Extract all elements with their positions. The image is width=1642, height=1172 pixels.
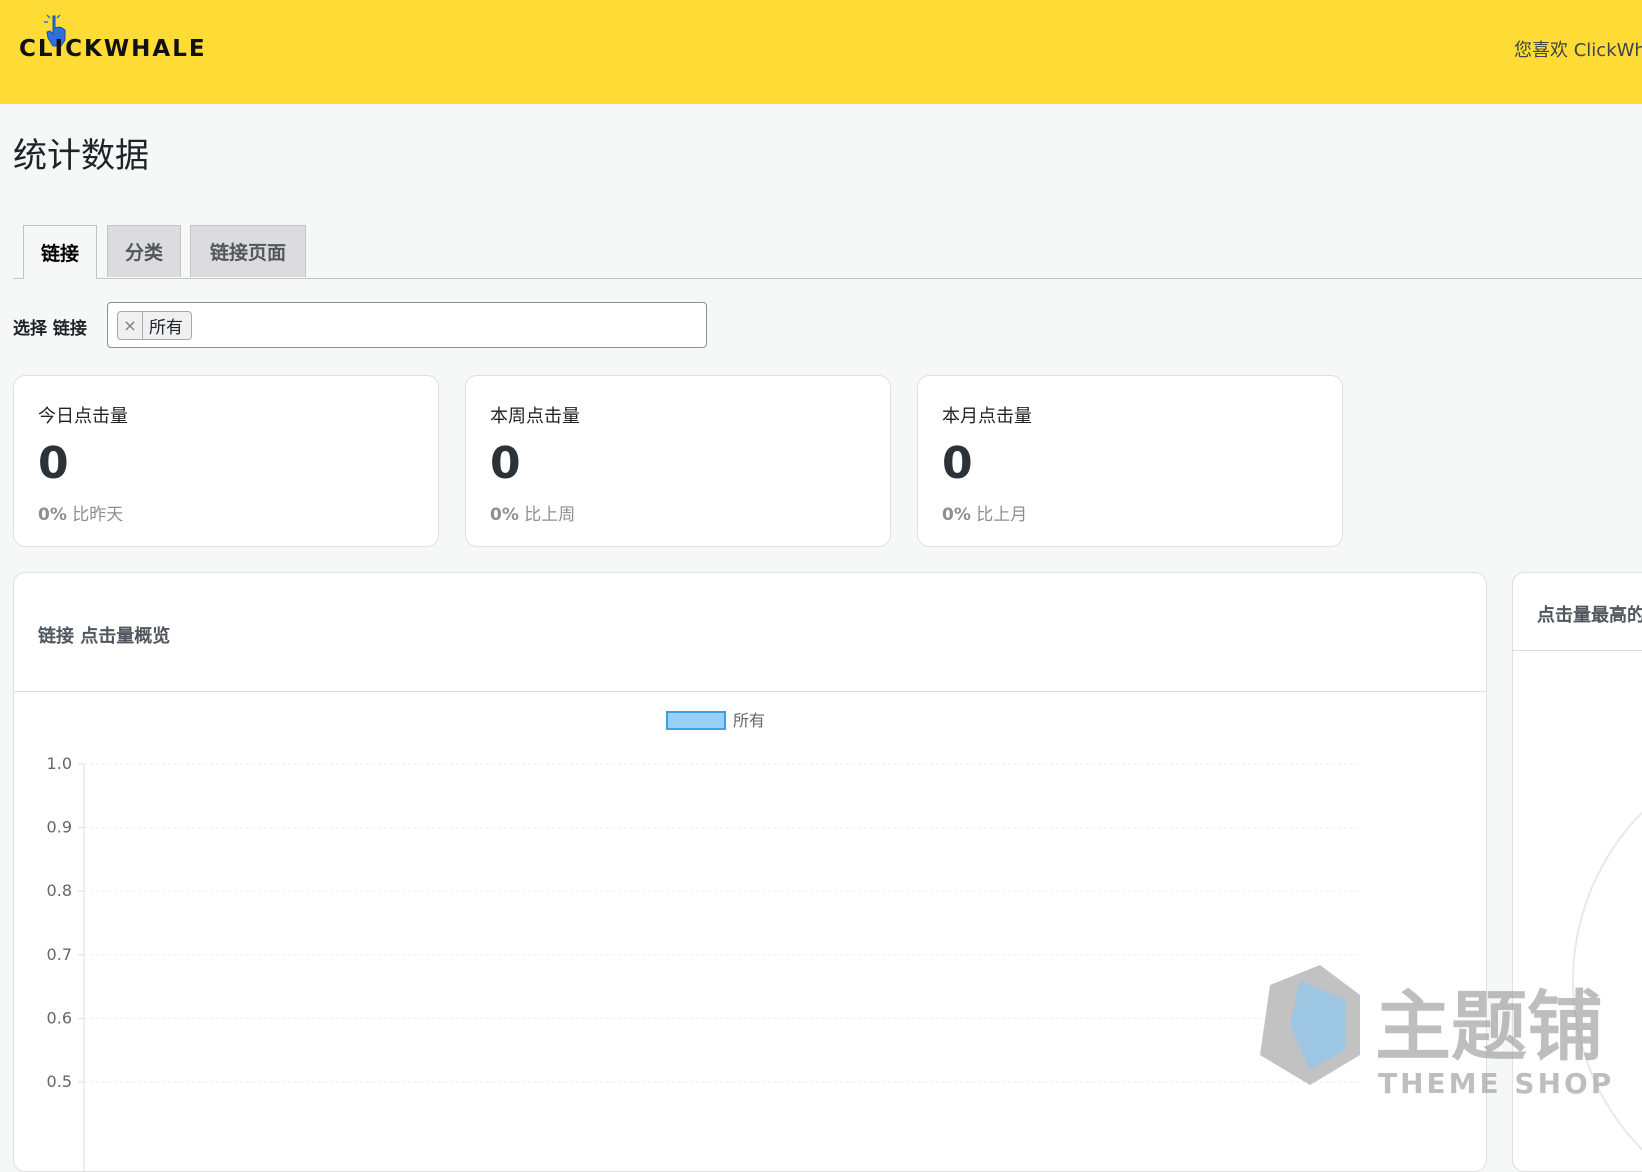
tab-bar: 链接 分类 链接页面 [13, 225, 1642, 279]
stat-change-percent: 0% [490, 505, 519, 525]
stat-label: 本月点击量 [942, 406, 1032, 427]
stat-change-percent: 0% [942, 505, 971, 525]
pie-outline [1572, 811, 1642, 1151]
stat-change-text: 比昨天 [72, 505, 124, 525]
stat-value: 0 [490, 438, 521, 489]
clicks-overview-title: 链接 点击量概览 [38, 626, 171, 647]
stat-change-percent: 0% [38, 505, 67, 525]
y-tick-label: 1.0 [47, 754, 72, 773]
stat-change: 0% 比上周 [490, 500, 575, 525]
legend-swatch [666, 711, 726, 730]
legend-label: 所有 [733, 711, 765, 730]
logo-wordmark: CLICKWHALE [19, 36, 207, 62]
selected-link-chip: × 所有 [117, 311, 192, 340]
tab-links[interactable]: 链接 [23, 225, 97, 279]
stat-change: 0% 比上月 [942, 500, 1027, 525]
stat-change: 0% 比昨天 [38, 500, 123, 525]
stat-label: 今日点击量 [38, 406, 128, 427]
watermark-logo-icon [1260, 965, 1360, 1085]
top-header-bar: CLICKWHALE 您喜欢 ClickWh [0, 0, 1642, 104]
stat-label: 本周点击量 [490, 406, 580, 427]
header-promo-text[interactable]: 您喜欢 ClickWh [1514, 36, 1642, 62]
stat-value: 0 [942, 438, 973, 489]
link-filter-label: 选择 链接 [13, 319, 87, 339]
stat-card-today: 今日点击量 0 0% 比昨天 [13, 375, 439, 547]
y-tick-label: 0.8 [47, 881, 72, 900]
stat-card-week: 本周点击量 0 0% 比上周 [465, 375, 891, 547]
theme-shop-watermark: 主题铺 THEME SHOP [1260, 965, 1614, 1100]
tab-link-pages[interactable]: 链接页面 [190, 225, 306, 277]
top-links-header: 点击量最高的 [1513, 573, 1642, 651]
watermark-en-text: THEME SHOP [1378, 1067, 1614, 1100]
link-filter-row: 选择 链接 × 所有 [13, 302, 713, 350]
stat-card-month: 本月点击量 0 0% 比上月 [917, 375, 1343, 547]
link-multiselect-input[interactable]: × 所有 [107, 302, 707, 348]
top-links-title: 点击量最高的 [1537, 605, 1642, 626]
clicks-overview-header: 链接 点击量概览 [14, 573, 1486, 692]
clickwhale-logo[interactable]: CLICKWHALE [19, 14, 219, 82]
y-tick-label: 0.6 [47, 1008, 72, 1027]
tab-categories[interactable]: 分类 [107, 225, 181, 277]
page-title: 统计数据 [13, 136, 149, 176]
y-tick-label: 0.9 [47, 818, 72, 837]
stat-change-text: 比上周 [524, 505, 576, 525]
y-tick-label: 0.5 [47, 1072, 72, 1091]
y-tick-label: 0.7 [47, 945, 72, 964]
watermark-cn-text: 主题铺 [1375, 982, 1603, 1071]
chip-label: 所有 [149, 318, 183, 338]
stat-value: 0 [38, 438, 69, 489]
chip-remove-icon[interactable]: × [118, 312, 143, 339]
stat-change-text: 比上月 [976, 505, 1028, 525]
